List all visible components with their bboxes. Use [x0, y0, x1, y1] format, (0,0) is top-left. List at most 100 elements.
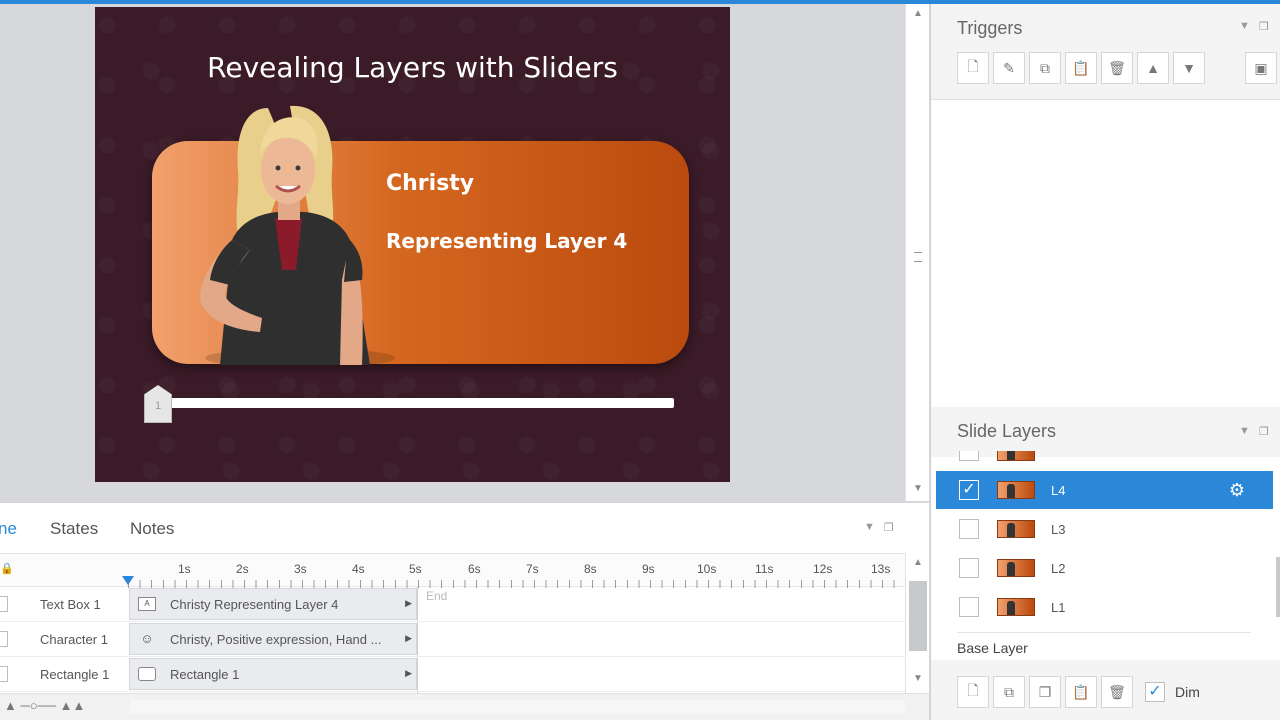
- scroll-thumb[interactable]: [909, 581, 927, 651]
- dim-label: Dim: [1175, 684, 1200, 700]
- delete-layer-icon[interactable]: 🗑: [1101, 676, 1133, 708]
- lock-icon[interactable]: 🔒: [0, 562, 14, 575]
- scroll-down-icon[interactable]: ▼: [906, 673, 930, 684]
- tick-label: 8s: [584, 562, 597, 576]
- timeline-horizontal-scrollbar[interactable]: [130, 700, 905, 714]
- layers-float-icon[interactable]: ❐: [1259, 425, 1269, 438]
- triggers-title: Triggers: [957, 18, 1023, 38]
- tick-label: 9s: [642, 562, 655, 576]
- character-icon: ☺: [140, 631, 154, 646]
- bar-text: Rectangle 1: [170, 667, 240, 682]
- move-up-icon[interactable]: ▲: [1137, 52, 1169, 84]
- timeline-bar[interactable]: Rectangle 1 ▶: [129, 658, 417, 690]
- layer-row-l2[interactable]: L2: [936, 549, 1273, 587]
- slider-thumb[interactable]: 1: [144, 385, 172, 423]
- scroll-up-icon[interactable]: ▲: [906, 4, 930, 24]
- copy-layer-icon[interactable]: ❐: [1029, 676, 1061, 708]
- edit-trigger-icon[interactable]: ✎: [993, 52, 1025, 84]
- tick-label: 6s: [468, 562, 481, 576]
- expand-arrow-icon[interactable]: ▶: [405, 668, 412, 679]
- bar-text: Christy Representing Layer 4: [170, 597, 339, 612]
- timeline-bar[interactable]: ☺ Christy, Positive expression, Hand ...…: [129, 623, 417, 655]
- layer-name: L2: [1051, 560, 1066, 576]
- timeline-panel: ne States Notes ▼ ❐ 🔒 1s 2s 3s 4s 5s 6s …: [0, 502, 929, 720]
- timeline-vertical-scrollbar[interactable]: ▲ ▼: [905, 553, 929, 693]
- paste-layer-icon[interactable]: 📋: [1065, 676, 1097, 708]
- delete-icon[interactable]: 🗑: [1101, 52, 1133, 84]
- tab-notes[interactable]: Notes: [130, 519, 174, 539]
- slide[interactable]: Revealing Layers with Sliders Christy Re…: [95, 7, 730, 482]
- copy-icon[interactable]: ⧉: [1029, 52, 1061, 84]
- divider: [957, 632, 1251, 633]
- layer-visibility-checkbox[interactable]: [959, 451, 979, 461]
- move-down-icon[interactable]: ▼: [1173, 52, 1205, 84]
- tick-label: 5s: [409, 562, 422, 576]
- row-visibility-checkbox[interactable]: [0, 596, 8, 612]
- layers-scrollbar[interactable]: [1274, 457, 1280, 657]
- character-name-text[interactable]: Christy: [386, 171, 474, 196]
- timeline-row-character[interactable]: Character 1 ☺ Christy, Positive expressi…: [0, 622, 905, 657]
- tick-label: 12s: [813, 562, 833, 576]
- layer-visibility-checkbox[interactable]: [959, 597, 979, 617]
- layer-visibility-checkbox[interactable]: [959, 558, 979, 578]
- bar-text: Christy, Positive expression, Hand ...: [170, 632, 382, 647]
- layer-row-partial[interactable]: [936, 451, 1273, 463]
- layers-toolbar: 🗋 ⧉ ❐ 📋 🗑 ✓ Dim: [931, 660, 1280, 720]
- expand-arrow-icon[interactable]: ▶: [405, 633, 412, 644]
- trigger-settings-icon[interactable]: ▣: [1245, 52, 1277, 84]
- layer-visibility-checkbox[interactable]: ✓: [959, 480, 979, 500]
- layer-visibility-checkbox[interactable]: [959, 519, 979, 539]
- expand-arrow-icon[interactable]: ▶: [405, 598, 412, 609]
- gear-icon[interactable]: ⚙: [1229, 480, 1245, 501]
- row-visibility-checkbox[interactable]: [0, 666, 8, 682]
- layer-thumbnail: [997, 520, 1035, 538]
- christy-character[interactable]: [150, 100, 400, 365]
- row-visibility-checkbox[interactable]: [0, 631, 8, 647]
- dim-checkbox[interactable]: ✓: [1145, 682, 1165, 702]
- panel-collapse-icon[interactable]: ▼: [1239, 20, 1250, 32]
- slide-canvas-area: Revealing Layers with Sliders Christy Re…: [0, 4, 904, 501]
- timeline-ruler[interactable]: 🔒 1s 2s 3s 4s 5s 6s 7s 8s 9s 10s 11s 12s…: [0, 553, 905, 588]
- timeline-footer: ▲ ─○── ▲▲: [0, 693, 929, 720]
- tab-timeline[interactable]: ne: [0, 519, 17, 539]
- timeline-row-rectangle[interactable]: Rectangle 1 Rectangle 1 ▶: [0, 657, 905, 692]
- tick-label: 13s: [871, 562, 891, 576]
- layer-caption-text[interactable]: Representing Layer 4: [386, 229, 627, 253]
- layer-row-l1[interactable]: L1: [936, 588, 1273, 626]
- layer-name: L3: [1051, 521, 1066, 537]
- base-layer-label[interactable]: Base Layer: [957, 640, 1028, 656]
- scroll-up-icon[interactable]: ▲: [906, 557, 930, 568]
- timeline-bar[interactable]: A Christy Representing Layer 4 ▶: [129, 588, 417, 620]
- panel-float-icon[interactable]: ❐: [1259, 20, 1269, 33]
- timeline-float-icon[interactable]: ❐: [884, 521, 894, 534]
- timeline-tabs: ne States Notes ▼ ❐: [0, 503, 929, 553]
- zoom-slider-icon[interactable]: ▲ ─○── ▲▲: [4, 698, 85, 713]
- timeline-row-text-box[interactable]: Text Box 1 A Christy Representing Layer …: [0, 587, 905, 622]
- canvas-vertical-scrollbar[interactable]: ▲ ▼: [905, 4, 929, 501]
- row-label[interactable]: Rectangle 1: [40, 667, 109, 682]
- layers-scroll-thumb[interactable]: [1276, 557, 1280, 617]
- paste-icon[interactable]: 📋: [1065, 52, 1097, 84]
- new-layer-icon[interactable]: 🗋: [957, 676, 989, 708]
- scroll-down-icon[interactable]: ▼: [906, 479, 930, 499]
- tab-states[interactable]: States: [50, 519, 98, 539]
- tick-label: 2s: [236, 562, 249, 576]
- timeline-collapse-icon[interactable]: ▼: [864, 521, 875, 533]
- rectangle-icon: [138, 667, 156, 681]
- row-label[interactable]: Text Box 1: [40, 597, 101, 612]
- triggers-header: Triggers ▼ ❐ 🗋 ✎ ⧉ 📋 🗑 ▲ ▼ ▣: [931, 4, 1280, 100]
- app-window: Revealing Layers with Sliders Christy Re…: [0, 0, 1280, 720]
- layer-row-l3[interactable]: L3: [936, 510, 1273, 548]
- playhead-icon[interactable]: [122, 576, 134, 585]
- slide-title[interactable]: Revealing Layers with Sliders: [95, 51, 730, 84]
- row-label[interactable]: Character 1: [40, 632, 108, 647]
- layer-row-l4[interactable]: ✓ L4 ⚙: [936, 471, 1273, 509]
- layers-collapse-icon[interactable]: ▼: [1239, 425, 1250, 437]
- duplicate-layer-icon[interactable]: ⧉: [993, 676, 1025, 708]
- text-box-icon: A: [138, 597, 156, 611]
- new-trigger-icon[interactable]: 🗋: [957, 52, 989, 84]
- slide-layers-panel: Slide Layers ▼ ❐ ✓ L4 ⚙ L3 L2 L1 Base La…: [930, 407, 1280, 720]
- scroll-grip-icon[interactable]: [914, 252, 922, 262]
- layer-thumbnail: [997, 451, 1035, 461]
- slider-track[interactable]: [170, 398, 674, 408]
